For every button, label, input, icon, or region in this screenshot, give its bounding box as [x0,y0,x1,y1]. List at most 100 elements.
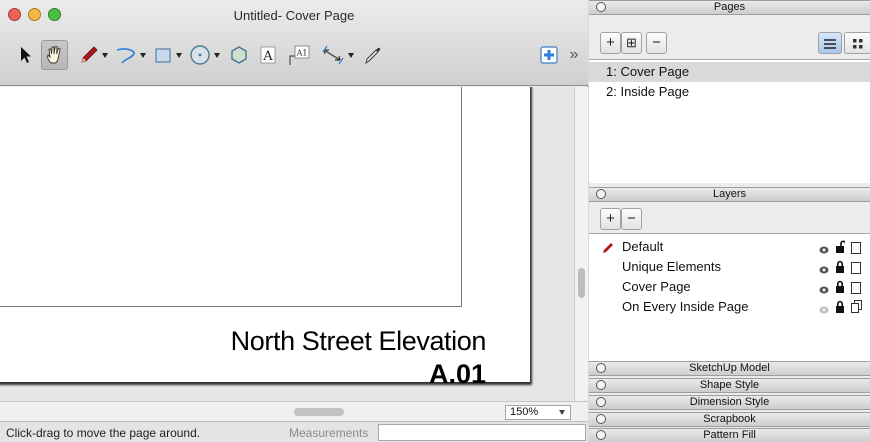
layers-panel-header[interactable]: Layers [589,187,870,202]
layer-name: Unique Elements [622,259,721,274]
sheet-number[interactable]: A.01 [429,359,486,390]
status-bar: Click-drag to move the page around. Meas… [0,421,588,442]
text-icon: A [259,45,277,65]
overflow-tool-button[interactable]: » [564,40,584,70]
page-item-inside[interactable]: 2: Inside Page [589,82,870,102]
measurements-label: Measurements [289,426,369,440]
layer-name: Default [622,239,664,254]
horizontal-scroll-thumb[interactable] [294,408,344,416]
pattern-fill-panel-header[interactable]: Pattern Fill [589,428,870,442]
text-icon-glyph: A [262,49,273,64]
arc-icon [115,45,137,65]
rectangle-tool-button[interactable] [152,40,182,70]
text-tool-button[interactable]: A [257,40,279,70]
panel-title: Shape Style [699,379,760,391]
arc-tool-button[interactable] [114,40,146,70]
layer-row-on-every-inside-page[interactable]: On Every Inside Page [589,297,870,316]
dimension-icon [321,44,345,66]
layer-row-cover-page[interactable]: Cover Page [589,277,870,296]
remove-layer-button[interactable]: − [621,208,642,230]
duplicate-page-button[interactable]: ⊞ [621,32,642,54]
panel-collapse-icon[interactable] [596,430,606,440]
layer-name: On Every Inside Page [622,299,749,314]
label-icon-glyph: A1 [296,49,308,58]
paper-sheet[interactable]: North Street Elevation A.01 [0,87,530,389]
list-view-icon [823,37,837,54]
add-layer-button[interactable]: + [600,208,621,230]
polygon-icon [229,45,249,65]
pages-panel-title: Pages [713,1,746,13]
chevron-down-icon [139,52,146,58]
polygon-tool-button[interactable] [227,40,251,70]
layer-name: Cover Page [622,279,691,294]
double-chevron-icon: » [569,46,579,63]
dimension-tool-button[interactable] [320,40,354,70]
lock-icon[interactable] [835,299,845,318]
lock-icon[interactable] [835,279,845,298]
add-page-button[interactable]: + [600,32,621,54]
zoom-select[interactable]: 150% [505,405,571,420]
window-title: Untitled- Cover Page [233,8,355,23]
vertical-scrollbar[interactable] [574,87,588,401]
chevron-down-icon [559,410,565,415]
remove-page-button[interactable]: − [646,32,667,54]
rectangle-icon [153,45,173,65]
status-hint: Click-drag to move the page around. [6,426,201,440]
lock-icon[interactable] [835,259,845,278]
panel-title: Dimension Style [689,396,770,408]
shape-style-panel-header[interactable]: Shape Style [589,378,870,393]
horizontal-scroll-row: 150% [0,401,588,421]
line-tool-button[interactable] [78,40,108,70]
dimension-style-panel-header[interactable]: Dimension Style [589,395,870,410]
zoom-value: 150% [510,406,539,418]
pencil-icon [79,45,99,65]
eyedropper-icon [363,45,383,65]
chevron-down-icon [347,52,354,58]
layer-row-unique-elements[interactable]: Unique Elements [589,257,870,276]
elevation-title[interactable]: North Street Elevation [231,326,487,357]
panel-collapse-icon[interactable] [596,414,606,424]
pages-list: 1: Cover Page 2: Inside Page [589,59,870,183]
chevron-down-icon [101,52,108,58]
hand-icon [45,45,65,65]
pages-panel-header[interactable]: Pages [589,0,870,15]
label-tool-button[interactable]: A1 [285,40,313,70]
label-icon: A1 [287,44,311,66]
panel-title: Pattern Fill [703,429,756,441]
layer-row-default[interactable]: Default [589,237,870,256]
select-tool-button[interactable] [16,40,36,70]
panel-collapse-icon[interactable] [596,380,606,390]
document-canvas[interactable]: North Street Elevation A.01 [0,87,574,401]
style-tool-button[interactable] [360,40,386,70]
add-page-icon [539,45,559,65]
circle-tool-button[interactable] [188,40,221,70]
add-page-tool-button[interactable] [536,40,562,70]
main-window: Untitled- Cover Page A A1 » North Street… [0,0,588,442]
panel-title: Scrapbook [703,413,756,425]
measurements-input[interactable] [378,424,586,441]
layers-panel-title: Layers [712,188,747,200]
scrapbook-panel-header[interactable]: Scrapbook [589,412,870,427]
unlocked-icon[interactable] [835,239,847,258]
chevron-down-icon [175,52,182,58]
panel-collapse-icon[interactable] [596,363,606,373]
circle-icon [189,44,211,66]
vertical-scroll-thumb[interactable] [578,268,585,298]
title-bar: Untitled- Cover Page A A1 » [0,0,588,86]
panel-title: SketchUp Model [689,362,770,374]
visibility-eye-icon[interactable] [819,301,829,320]
shared-layer-icon[interactable] [851,299,863,318]
model-viewport[interactable] [0,87,462,307]
page-item-cover[interactable]: 1: Cover Page [589,62,870,82]
list-view-button[interactable] [818,32,842,54]
sketchup-model-panel-header[interactable]: SketchUp Model [589,361,870,376]
layers-list: Default Unique Elements Cover Page On Ev… [589,233,870,361]
panel-collapse-icon[interactable] [596,189,606,199]
chevron-down-icon [214,52,220,58]
thumbnail-view-icon [852,37,864,54]
inspector-panels: Pages + ⊞ − 1: Cover Page 2: Inside Page… [589,0,870,442]
panel-collapse-icon[interactable] [596,2,606,12]
panel-collapse-icon[interactable] [596,397,606,407]
pan-tool-button[interactable] [41,40,68,70]
thumbnail-view-button[interactable] [844,32,870,54]
